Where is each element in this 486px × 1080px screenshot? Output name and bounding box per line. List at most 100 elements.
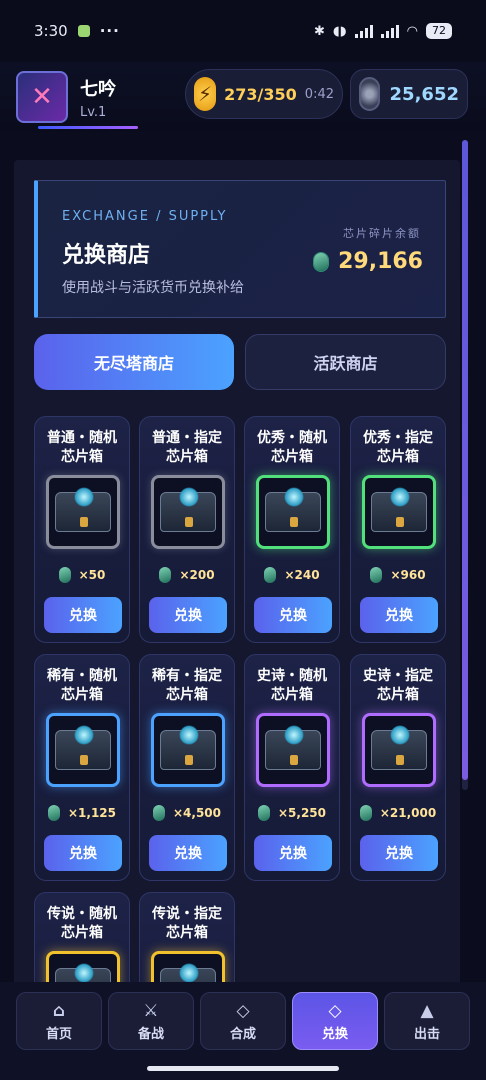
chip-fragment-icon — [159, 567, 172, 583]
avatar[interactable]: ✕ — [16, 71, 68, 123]
chest-icon — [55, 487, 111, 532]
item-name-line2: 芯片箱 — [61, 925, 103, 941]
redeem-button[interactable]: 兑换 — [44, 835, 122, 871]
nav-item-3[interactable]: ◇ 兑换 — [292, 992, 378, 1050]
item-card[interactable]: 史诗・指定 芯片箱 ×21,000 兑换 — [350, 654, 446, 881]
wifi-icon: ◠ — [406, 23, 418, 39]
item-cost-value: ×240 — [284, 568, 320, 582]
chest-icon — [265, 487, 321, 532]
item-cost-value: ×21,000 — [379, 806, 437, 820]
item-name-line1: 普通・指定 — [152, 430, 222, 446]
chip-fragment-icon — [314, 252, 329, 271]
chip-fragment-icon — [47, 805, 60, 821]
chest-icon — [160, 487, 216, 532]
item-name-line1: 稀有・随机 — [47, 668, 117, 684]
item-name: 普通・随机 芯片箱 — [35, 429, 129, 467]
scrollbar-thumb[interactable] — [462, 140, 468, 780]
chest-icon — [371, 725, 427, 770]
item-cost-value: ×1,125 — [67, 806, 116, 820]
item-name-line2: 芯片箱 — [166, 687, 208, 703]
chip-fragment-icon — [257, 805, 270, 821]
chest-image — [362, 713, 436, 787]
item-name-line1: 传说・随机 — [47, 906, 117, 922]
tab-activity-shop[interactable]: 活跃商店 — [245, 334, 446, 390]
user-info: 七吟 Lv.1 — [80, 75, 116, 120]
redeem-button[interactable]: 兑换 — [254, 597, 332, 633]
redeem-button[interactable]: 兑换 — [149, 835, 227, 871]
item-name-line1: 稀有・指定 — [152, 668, 222, 684]
item-card[interactable]: 普通・随机芯片箱 ×50 兑换 — [34, 416, 130, 643]
item-name: 稀有・随机 芯片箱 — [35, 667, 129, 705]
header-underline — [38, 126, 138, 129]
energy-counter[interactable]: ⚡ 273/350 0:42 — [185, 69, 343, 119]
item-cost-value: ×50 — [78, 568, 106, 582]
more-notifications-icon: ··· — [99, 22, 120, 40]
chest-image — [46, 475, 120, 549]
item-cost: ×240 — [245, 567, 339, 583]
chest-icon — [55, 725, 111, 770]
item-card[interactable]: 优秀・随机芯片箱 ×240 兑换 — [244, 416, 340, 643]
chest-icon — [371, 487, 427, 532]
item-cost: ×960 — [351, 567, 445, 583]
item-card[interactable]: 传说・指定 芯片箱 — [139, 892, 235, 990]
redeem-button[interactable]: 兑换 — [149, 597, 227, 633]
cell-signal-icon — [354, 24, 373, 38]
chip-fragment-icon — [359, 805, 372, 821]
item-cost: ×4,500 — [140, 805, 234, 821]
item-card[interactable]: 优秀・指定 芯片箱 ×960 兑换 — [350, 416, 446, 643]
item-name-line1: 史诗・指定 — [363, 668, 433, 684]
crossed-weapons-icon: ✕ — [31, 82, 53, 112]
redeem-button[interactable]: 兑换 — [254, 835, 332, 871]
chip-fragment-icon — [152, 805, 165, 821]
diamond-outline-icon: ◇ — [236, 1000, 250, 1021]
item-name: 史诗・随机 芯片箱 — [245, 667, 339, 705]
item-cost-value: ×5,250 — [277, 806, 326, 820]
chip-counter[interactable]: 25,652 — [350, 69, 468, 119]
chip-icon — [359, 77, 380, 111]
nav-label: 合成 — [229, 1026, 256, 1042]
nav-label: 首页 — [45, 1026, 72, 1042]
home-indicator[interactable] — [147, 1066, 339, 1071]
nav-item-1[interactable]: ⚔ 备战 — [108, 992, 194, 1050]
item-name-line1: 优秀・随机 — [257, 430, 327, 446]
item-name-line2: 芯片箱 — [61, 449, 103, 465]
diamond-outline-icon: ◇ — [328, 1000, 342, 1021]
nav-item-4[interactable]: ▲ 出击 — [384, 992, 470, 1050]
item-card[interactable]: 传说・随机 芯片箱 — [34, 892, 130, 990]
item-name-line2: 芯片箱 — [271, 449, 313, 465]
chest-image — [46, 713, 120, 787]
item-card[interactable]: 稀有・指定芯片箱 ×4,500 兑换 — [139, 654, 235, 881]
item-card[interactable]: 普通・指定 芯片箱 ×200 兑换 — [139, 416, 235, 643]
nav-item-0[interactable]: ⌂ 首页 — [16, 992, 102, 1050]
item-card[interactable]: 史诗・随机 芯片箱 ×5,250 兑换 — [244, 654, 340, 881]
redeem-button[interactable]: 兑换 — [360, 835, 438, 871]
item-name: 史诗・指定 芯片箱 — [351, 667, 445, 705]
redeem-button[interactable]: 兑换 — [44, 597, 122, 633]
energy-timer: 0:42 — [304, 86, 334, 102]
item-name: 传说・指定 芯片箱 — [140, 905, 234, 943]
tab-endless-tower-shop[interactable]: 无尽塔商店 — [34, 334, 234, 390]
redeem-button[interactable]: 兑换 — [360, 597, 438, 633]
status-left: 3:30 ··· — [34, 22, 120, 40]
chest-image — [151, 475, 225, 549]
item-name-line2: 芯片箱 — [271, 687, 313, 703]
item-name-line1: 普通・随机 — [47, 430, 117, 446]
page-title: 兑换商店 — [62, 243, 151, 268]
cell-signal-2-icon — [380, 24, 399, 38]
item-name: 普通・指定 芯片箱 — [140, 429, 234, 467]
item-name-line2: 芯片箱 — [166, 925, 208, 941]
item-card[interactable]: 稀有・随机 芯片箱 ×1,125 兑换 — [34, 654, 130, 881]
battery-icon: 72 — [426, 23, 452, 39]
item-cost: ×1,125 — [35, 805, 129, 821]
item-cost: ×21,000 — [351, 805, 445, 821]
item-name: 优秀・随机 芯片箱 — [245, 429, 339, 467]
chip-fragment-icon — [264, 567, 277, 583]
chest-image — [256, 475, 330, 549]
status-bar: 3:30 ··· ✱ ◖◗ ◠ 72 — [0, 0, 486, 62]
chest-image — [256, 713, 330, 787]
item-cost-value: ×200 — [179, 568, 215, 582]
shop-panel: EXCHANGE / SUPPLY 兑换商店 使用战斗与活跃货币兑换补给 芯片碎… — [14, 160, 460, 990]
item-name: 传说・随机 芯片箱 — [35, 905, 129, 943]
item-cost-value: ×4,500 — [172, 806, 221, 820]
nav-item-2[interactable]: ◇ 合成 — [200, 992, 286, 1050]
